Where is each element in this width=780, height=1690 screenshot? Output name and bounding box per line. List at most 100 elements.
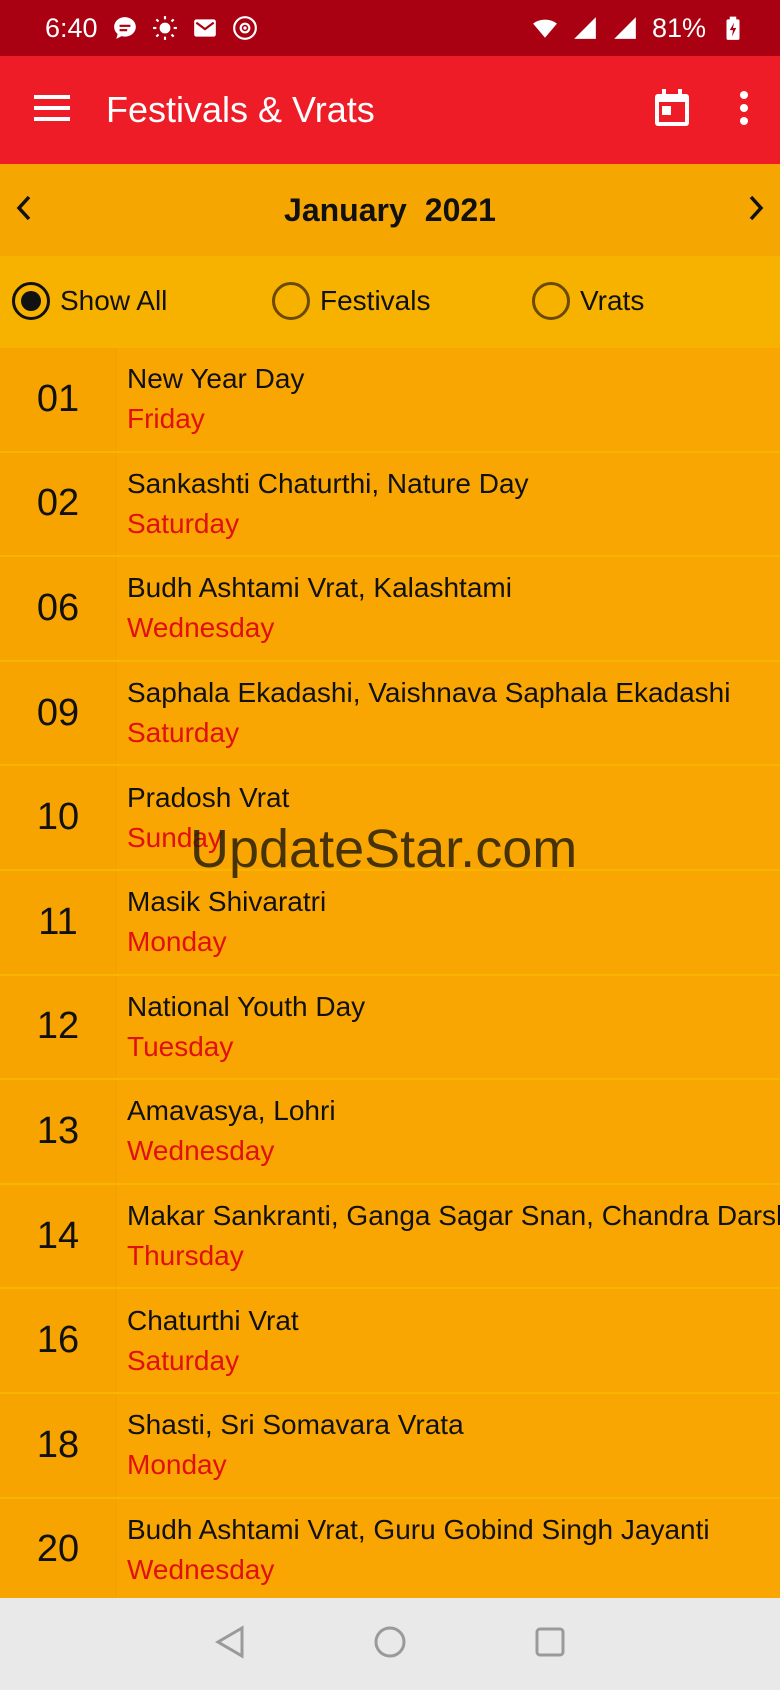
event-row[interactable]: 10 Pradosh Vrat Sunday xyxy=(0,766,780,871)
event-list[interactable]: 01 New Year Day Friday 02 Sankashti Chat… xyxy=(0,348,780,1598)
event-weekday: Saturday xyxy=(127,507,240,539)
message-icon xyxy=(112,15,138,41)
status-bar: 6:40 81% xyxy=(0,0,780,56)
event-details: National Youth Day Tuesday xyxy=(117,975,780,1079)
event-date: 10 xyxy=(0,766,117,869)
event-name: Masik Shivaratri xyxy=(127,886,327,918)
event-details: Budh Ashtami Vrat, Guru Gobind Singh Jay… xyxy=(117,1498,780,1598)
event-details: Makar Sankranti, Ganga Sagar Snan, Chand… xyxy=(117,1184,780,1288)
month-navigation: January 2021 xyxy=(0,164,780,256)
event-details: Amavasya, Lohri Wednesday xyxy=(117,1080,780,1183)
radio-unchecked-icon[interactable] xyxy=(272,282,310,320)
event-weekday: Thursday xyxy=(127,1240,244,1272)
menu-icon xyxy=(34,93,72,128)
event-name: Makar Sankranti, Ganga Sagar Snan, Chand… xyxy=(127,1200,780,1232)
radio-unchecked-icon[interactable] xyxy=(532,282,570,320)
event-details: Chaturthi Vrat Saturday xyxy=(117,1289,780,1392)
next-month-button[interactable] xyxy=(732,164,780,256)
event-row[interactable]: 14 Makar Sankranti, Ganga Sagar Snan, Ch… xyxy=(0,1184,780,1290)
home-circle-icon xyxy=(373,1625,407,1664)
year: 2021 xyxy=(424,191,496,228)
event-date: 02 xyxy=(0,452,117,556)
signal-icon xyxy=(612,15,638,41)
status-right: 81% xyxy=(532,13,746,44)
event-weekday: Monday xyxy=(127,926,227,958)
event-weekday: Monday xyxy=(127,1449,227,1481)
filter-radio-group: Show All Festivals Vrats xyxy=(0,256,780,348)
event-name: Saphala Ekadashi, Vaishnava Saphala Ekad… xyxy=(127,677,731,709)
event-row[interactable]: 02 Sankashti Chaturthi, Nature Day Satur… xyxy=(0,452,780,558)
event-row[interactable]: 18 Shasti, Sri Somavara Vrata Monday xyxy=(0,1393,780,1499)
month-name: January xyxy=(284,191,407,228)
event-row[interactable]: 16 Chaturthi Vrat Saturday xyxy=(0,1289,780,1394)
music-icon xyxy=(232,15,258,41)
system-navigation-bar xyxy=(0,1598,780,1690)
recents-square-icon xyxy=(534,1626,566,1663)
back-triangle-icon xyxy=(214,1624,246,1664)
event-row[interactable]: 11 Masik Shivaratri Monday xyxy=(0,870,780,976)
calendar-button[interactable] xyxy=(636,56,708,164)
chevron-right-icon xyxy=(748,195,764,226)
month-year-label: January 2021 xyxy=(284,192,496,229)
event-row[interactable]: 13 Amavasya, Lohri Wednesday xyxy=(0,1080,780,1185)
more-vert-icon xyxy=(739,90,749,130)
chevron-left-icon xyxy=(16,195,32,226)
event-name: Shasti, Sri Somavara Vrata xyxy=(127,1409,464,1441)
event-weekday: Saturday xyxy=(127,717,240,749)
event-details: New Year Day Friday xyxy=(117,348,780,451)
filter-label: Show All xyxy=(60,285,168,316)
event-date: 09 xyxy=(0,661,117,765)
event-details: Budh Ashtami Vrat, Kalashtami Wednesday xyxy=(117,557,780,660)
menu-button[interactable] xyxy=(0,56,106,164)
event-details: Pradosh Vrat Sunday xyxy=(117,766,780,869)
event-row[interactable]: 12 National Youth Day Tuesday xyxy=(0,975,780,1081)
back-button[interactable] xyxy=(210,1624,250,1664)
recents-button[interactable] xyxy=(530,1624,570,1664)
filter-show-all[interactable]: Show All xyxy=(12,282,167,320)
event-name: Amavasya, Lohri xyxy=(127,1095,336,1127)
event-date: 20 xyxy=(0,1498,117,1598)
event-date: 12 xyxy=(0,975,117,1079)
app-title: Festivals & Vrats xyxy=(106,89,375,130)
status-left: 6:40 xyxy=(45,13,258,44)
event-date: 18 xyxy=(0,1393,117,1497)
event-details: Shasti, Sri Somavara Vrata Monday xyxy=(117,1393,780,1497)
event-weekday: Saturday xyxy=(127,1344,240,1376)
event-weekday: Wednesday xyxy=(127,1553,275,1585)
status-time: 6:40 xyxy=(45,12,98,43)
event-name: Budh Ashtami Vrat, Guru Gobind Singh Jay… xyxy=(127,1513,710,1545)
event-weekday: Wednesday xyxy=(127,1135,275,1167)
home-button[interactable] xyxy=(370,1624,410,1664)
event-date: 13 xyxy=(0,1080,117,1183)
event-weekday: Friday xyxy=(127,403,205,435)
event-row[interactable]: 20 Budh Ashtami Vrat, Guru Gobind Singh … xyxy=(0,1498,780,1598)
battery-charging-icon xyxy=(720,15,746,41)
event-row[interactable]: 01 New Year Day Friday xyxy=(0,348,780,453)
radio-checked-icon[interactable] xyxy=(12,282,50,320)
event-weekday: Sunday xyxy=(127,821,222,853)
event-weekday: Wednesday xyxy=(127,612,275,644)
event-date: 16 xyxy=(0,1289,117,1392)
event-date: 06 xyxy=(0,557,117,660)
wifi-icon xyxy=(532,15,558,41)
event-name: National Youth Day xyxy=(127,990,366,1022)
event-weekday: Tuesday xyxy=(127,1030,234,1062)
previous-month-button[interactable] xyxy=(0,164,48,256)
gmail-icon xyxy=(192,15,218,41)
calendar-icon xyxy=(654,88,690,132)
filter-vrats[interactable]: Vrats xyxy=(532,282,644,320)
event-name: Chaturthi Vrat xyxy=(127,1304,299,1336)
filter-label: Vrats xyxy=(580,285,645,316)
battery-percent: 81% xyxy=(651,12,706,43)
event-date: 01 xyxy=(0,348,117,451)
event-name: New Year Day xyxy=(127,363,305,395)
event-name: Sankashti Chaturthi, Nature Day xyxy=(127,467,529,499)
event-date: 14 xyxy=(0,1184,117,1288)
more-options-button[interactable] xyxy=(708,56,780,164)
event-name: Pradosh Vrat xyxy=(127,781,290,813)
event-row[interactable]: 09 Saphala Ekadashi, Vaishnava Saphala E… xyxy=(0,661,780,767)
event-row[interactable]: 06 Budh Ashtami Vrat, Kalashtami Wednesd… xyxy=(0,557,780,662)
event-details: Sankashti Chaturthi, Nature Day Saturday xyxy=(117,452,780,556)
event-date: 11 xyxy=(0,870,117,974)
filter-festivals[interactable]: Festivals xyxy=(272,282,430,320)
